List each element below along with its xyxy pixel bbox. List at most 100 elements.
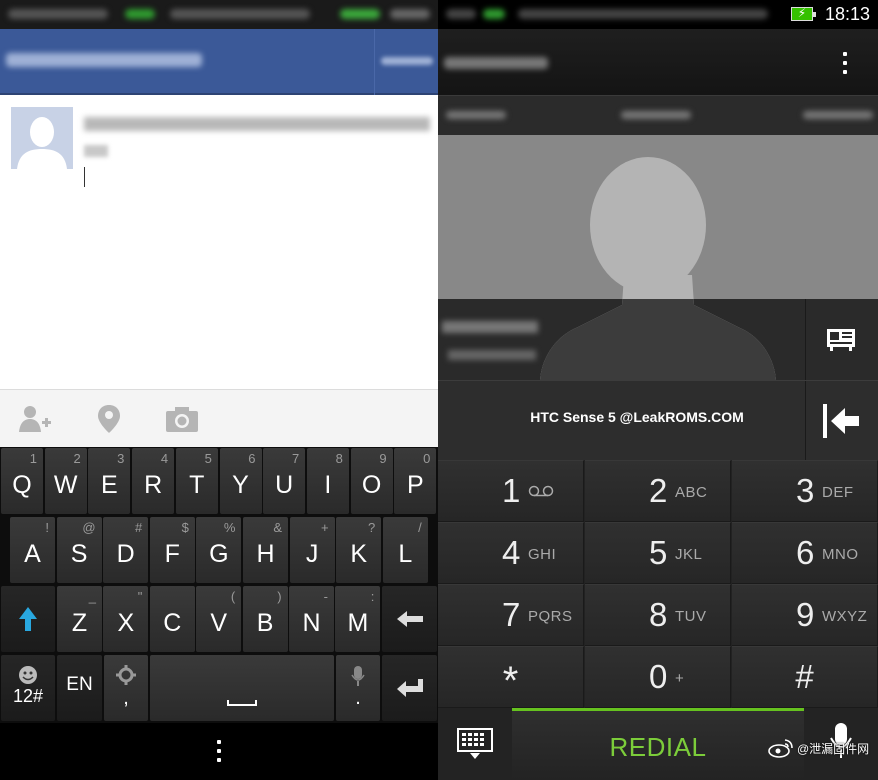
weibo-logo-icon [768, 739, 793, 758]
dial-key-1[interactable]: 1 [438, 460, 584, 522]
key-secondary-label: ! [45, 520, 49, 535]
key-label: W [53, 471, 78, 499]
tab-3[interactable] [803, 111, 873, 119]
tab-2[interactable] [621, 111, 691, 119]
dial-letters: MNO [822, 546, 859, 563]
key-j[interactable]: + J [289, 517, 335, 583]
emoji-icon [19, 666, 37, 684]
photo-button[interactable] [153, 390, 211, 448]
key-d[interactable]: # D [103, 517, 149, 583]
key-secondary-label: ) [277, 589, 282, 604]
dial-key-8[interactable]: 8 TUV [585, 584, 731, 646]
overflow-menu-icon[interactable] [217, 740, 223, 762]
shift-key[interactable] [1, 586, 55, 652]
settings-key[interactable]: , [104, 655, 148, 721]
key-u[interactable]: 7U [263, 448, 306, 514]
key-y[interactable]: 6Y [219, 448, 262, 514]
voice-input-key[interactable]: . [336, 655, 380, 721]
contact-name [442, 321, 538, 333]
key-w[interactable]: 2W [44, 448, 87, 514]
tag-friend-button[interactable] [6, 390, 64, 448]
navigation-bar [0, 723, 438, 780]
key-a[interactable]: ! A [10, 517, 55, 583]
key-secondary-label: 0 [423, 451, 431, 466]
key-l[interactable]: / L [382, 517, 428, 583]
dial-key-9[interactable]: 9 WXYZ [732, 584, 878, 646]
contact-card-button[interactable] [805, 299, 878, 380]
header-title [444, 57, 548, 69]
key-secondary-label: 4 [160, 451, 169, 466]
key-o[interactable]: 9O [350, 448, 393, 514]
dial-letters: WXYZ [822, 608, 868, 625]
dial-digit: 5 [649, 534, 668, 571]
dial-key-3[interactable]: 3 DEF [732, 460, 878, 522]
key-secondary-label: ( [230, 589, 236, 604]
key-label: X [117, 609, 135, 637]
key-secondary-label: # [134, 520, 143, 535]
key-label: I [324, 471, 332, 499]
key-i[interactable]: 8I [306, 448, 349, 514]
dial-digit: 7 [502, 596, 521, 633]
key-n[interactable]: -N [289, 586, 334, 652]
dial-letters: ABC [675, 484, 708, 501]
key-b[interactable]: ) B [242, 586, 288, 652]
dial-letters: JKL [675, 546, 703, 563]
key-label: D [116, 540, 135, 568]
key-f[interactable]: $ F [149, 517, 195, 583]
status-bar: ⚡ 18:13 [438, 0, 878, 29]
key-g[interactable]: % G [196, 517, 242, 583]
text-cursor [84, 167, 85, 187]
space-key[interactable] [150, 655, 334, 721]
dial-key-4[interactable]: 4 GHI [438, 522, 584, 584]
key-c[interactable]: C [149, 586, 195, 652]
key-s[interactable]: @ S [56, 517, 102, 583]
key-z[interactable]: _ Z [57, 586, 102, 652]
voice-key-sub: . [355, 687, 361, 709]
dial-key-5[interactable]: 5 JKL [585, 522, 731, 584]
dial-key-star[interactable]: * [438, 646, 584, 708]
key-r[interactable]: 4R [132, 448, 175, 514]
settings-key-sub: , [123, 687, 129, 709]
key-h[interactable]: & H [243, 517, 288, 583]
key-q[interactable]: 1Q [1, 448, 43, 514]
delete-button[interactable] [805, 381, 878, 461]
dial-key-6[interactable]: 6 MNO [732, 522, 878, 584]
key-secondary-label: @ [82, 520, 96, 535]
number-display: HTC Sense 5 @LeakROMS.COM [438, 380, 878, 461]
dial-digit: 3 [796, 472, 815, 509]
keypad-toggle-button[interactable] [438, 708, 512, 780]
dial-key-7[interactable]: 7 PQRS [438, 584, 584, 646]
dial-letters: + [675, 670, 685, 687]
backspace-key[interactable] [382, 586, 437, 652]
symbols-key[interactable]: 12# [1, 655, 55, 721]
key-x[interactable]: " X [103, 586, 149, 652]
dial-key-2[interactable]: 2 ABC [585, 460, 731, 522]
keypad-icon [457, 728, 493, 759]
enter-key[interactable] [382, 655, 437, 721]
tab-1[interactable] [446, 111, 506, 119]
key-t[interactable]: 5T [175, 448, 218, 514]
location-pin-icon [98, 405, 120, 433]
watermark: @泄漏固件网 [768, 738, 869, 758]
location-button[interactable] [80, 390, 138, 448]
redial-button[interactable]: REDIAL [512, 708, 804, 780]
key-m[interactable]: :M [335, 586, 381, 652]
dial-key-0[interactable]: 0 + [585, 646, 731, 708]
contact-card-icon [827, 329, 855, 351]
key-v[interactable]: (V [196, 586, 242, 652]
key-label: P [406, 471, 424, 499]
key-label: K [350, 540, 368, 568]
language-key[interactable]: EN [57, 655, 102, 721]
overflow-menu-icon[interactable] [843, 52, 849, 74]
battery-icon: ⚡ [791, 6, 816, 21]
key-k[interactable]: ? K [336, 517, 382, 583]
dial-key-hash[interactable]: # [732, 646, 878, 708]
dialed-number: HTC Sense 5 @LeakROMS.COM [530, 409, 744, 425]
dial-digit: * [502, 659, 519, 703]
post-button[interactable] [374, 29, 438, 95]
post-text[interactable] [84, 117, 430, 131]
key-e[interactable]: 3E [88, 448, 131, 514]
dial-letters: GHI [528, 546, 557, 563]
attachment-bar [0, 389, 438, 447]
key-p[interactable]: 0P [394, 448, 437, 514]
